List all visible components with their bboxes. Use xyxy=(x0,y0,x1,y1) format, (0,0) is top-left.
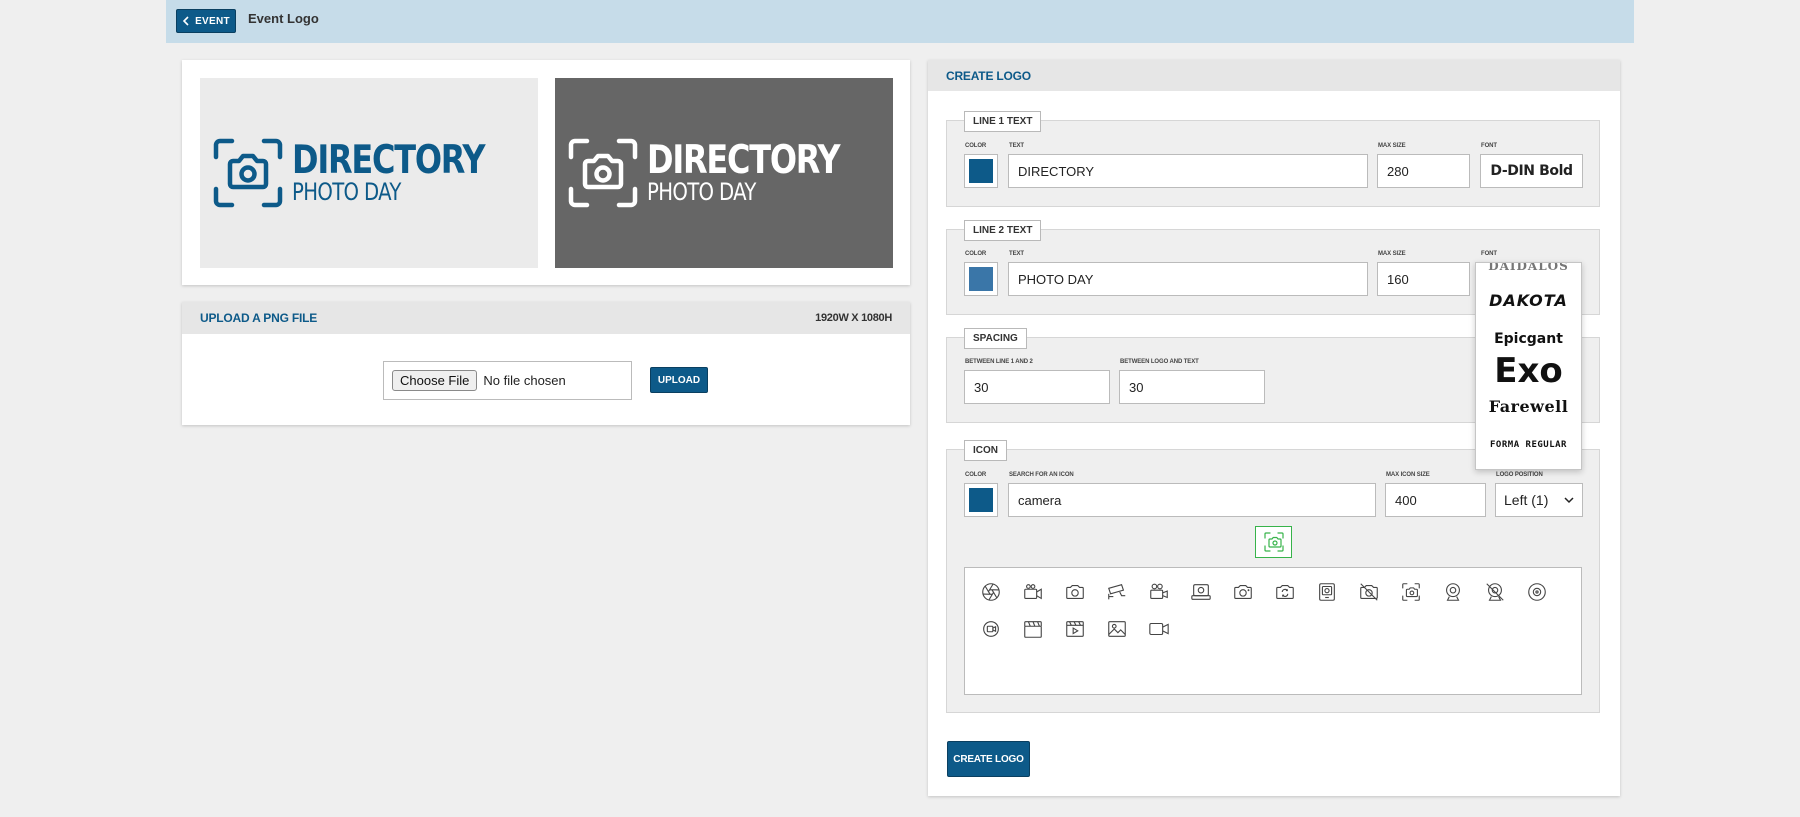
logo-preview-light: DIRECTORY PHOTO DAY xyxy=(212,137,527,209)
line2-color-label: COLOR xyxy=(965,251,987,257)
preview-light-background: DIRECTORY PHOTO DAY xyxy=(200,78,538,268)
logo-position-select[interactable]: Left (1) xyxy=(1495,483,1583,517)
between-lines-label: BETWEEN LINE 1 AND 2 xyxy=(965,359,1033,365)
camera-focus-icon[interactable] xyxy=(1400,581,1422,603)
movie-camera-icon[interactable] xyxy=(1148,581,1170,603)
line1-text-input[interactable]: DIRECTORY xyxy=(1008,154,1368,188)
upload-panel: UPLOAD A PNG FILE 1920W X 1080H Choose F… xyxy=(182,302,910,425)
font-option-farewell[interactable]: Farewell xyxy=(1476,397,1581,416)
logo-line2-text: PHOTO DAY xyxy=(291,178,401,206)
logo-position-value: Left (1) xyxy=(1504,492,1549,508)
line2-max-size-input[interactable]: 160 xyxy=(1377,262,1470,296)
upload-panel-header: UPLOAD A PNG FILE 1920W X 1080H xyxy=(182,302,910,334)
polaroid-icon[interactable] xyxy=(1316,581,1338,603)
logo-line1-text: DIRECTORY xyxy=(646,138,841,183)
top-bar: EVENT Event Logo xyxy=(166,0,1634,43)
font-option-exo[interactable]: Exo xyxy=(1476,351,1581,391)
font-option-forma-regular[interactable]: FORMA REGULAR xyxy=(1476,440,1581,450)
icon-max-size-input[interactable]: 400 xyxy=(1385,483,1486,517)
line1-size-label: MAX SIZE xyxy=(1378,143,1406,149)
cctv-camera-icon[interactable] xyxy=(1106,581,1128,603)
camera-plus-icon[interactable] xyxy=(1232,581,1254,603)
line2-color-picker[interactable] xyxy=(964,262,998,296)
chevron-left-icon xyxy=(182,16,189,26)
line1-text-label: TEXT xyxy=(1009,143,1024,149)
file-input[interactable]: Choose File No file chosen xyxy=(383,361,632,400)
line2-text-label: TEXT xyxy=(1009,251,1024,257)
spacing-legend: SPACING xyxy=(964,328,1027,349)
file-status: No file chosen xyxy=(483,373,566,388)
page-title: Event Logo xyxy=(248,11,319,26)
logo-line1-text: DIRECTORY xyxy=(291,138,486,183)
camera-focus-icon xyxy=(213,138,282,208)
icon-results-grid xyxy=(964,567,1582,695)
camera-off-icon[interactable] xyxy=(1358,581,1380,603)
icon-color-label: COLOR xyxy=(965,472,987,478)
icon-color-picker[interactable] xyxy=(964,483,998,517)
line1-font-label: FONT xyxy=(1481,143,1497,149)
line1-color-picker[interactable] xyxy=(964,154,998,188)
line1-max-size-input[interactable]: 280 xyxy=(1377,154,1470,188)
chevron-down-icon xyxy=(1564,496,1574,503)
record-icon[interactable] xyxy=(980,618,1002,640)
lens-icon[interactable] xyxy=(1526,581,1548,603)
back-to-event-button[interactable]: EVENT xyxy=(176,9,236,33)
video-play-icon[interactable] xyxy=(1064,618,1086,640)
between-logo-label: BETWEEN LOGO AND TEXT xyxy=(1120,359,1199,365)
camera-focus-icon xyxy=(1263,532,1284,552)
back-button-label: EVENT xyxy=(195,15,230,27)
logo-preview-dark: DIRECTORY PHOTO DAY xyxy=(567,137,882,209)
camera-icon[interactable] xyxy=(1064,581,1086,603)
font-option-epicgant[interactable]: Epicgant xyxy=(1476,331,1581,347)
logo-position-label: LOGO POSITION xyxy=(1496,472,1543,478)
selected-icon-preview xyxy=(1255,526,1292,558)
webcam-icon[interactable] xyxy=(1442,581,1464,603)
camera-rotate-icon[interactable] xyxy=(1274,581,1296,603)
icon-size-label: MAX ICON SIZE xyxy=(1386,472,1430,478)
line1-fieldset: LINE 1 TEXT COLOR TEXT MAX SIZE FONT DIR… xyxy=(946,111,1600,207)
create-logo-header: CREATE LOGO xyxy=(928,60,1620,91)
line1-legend: LINE 1 TEXT xyxy=(964,111,1042,132)
create-logo-title: CREATE LOGO xyxy=(946,68,1031,83)
logo-line2-text: PHOTO DAY xyxy=(646,178,756,206)
between-lines-input[interactable]: 30 xyxy=(964,370,1110,404)
line2-font-label: FONT xyxy=(1481,251,1497,257)
choose-file-button[interactable]: Choose File xyxy=(392,370,478,391)
camcorder-icon[interactable] xyxy=(1022,581,1044,603)
preview-dark-background: DIRECTORY PHOTO DAY xyxy=(555,78,893,268)
logo-preview-panel: DIRECTORY PHOTO DAY DIRECTORY PHOTO DAY xyxy=(182,60,910,285)
icon-search-label: SEARCH FOR AN ICON xyxy=(1009,472,1074,478)
line2-font-dropdown[interactable]: DAIDALOS DAKOTA Epicgant Exo Farewell FO… xyxy=(1475,262,1582,470)
line1-font-select[interactable]: D-DIN Bold xyxy=(1480,154,1583,188)
icon-search-input[interactable]: camera xyxy=(1008,483,1376,517)
line2-legend: LINE 2 TEXT xyxy=(964,220,1042,241)
image-icon[interactable] xyxy=(1106,618,1128,640)
font-option-daidalos[interactable]: DAIDALOS xyxy=(1476,263,1581,273)
camera-focus-icon xyxy=(568,138,637,208)
line2-text-input[interactable]: PHOTO DAY xyxy=(1008,262,1368,296)
line1-color-label: COLOR xyxy=(965,143,987,149)
upload-dimensions: 1920W X 1080H xyxy=(815,312,892,324)
upload-panel-title: UPLOAD A PNG FILE xyxy=(200,311,318,325)
instant-camera-icon[interactable] xyxy=(1190,581,1212,603)
webcam-off-icon[interactable] xyxy=(1484,581,1506,603)
icon-legend: ICON xyxy=(964,440,1007,461)
line2-size-label: MAX SIZE xyxy=(1378,251,1406,257)
font-option-dakota[interactable]: DAKOTA xyxy=(1476,291,1581,310)
upload-button[interactable]: UPLOAD xyxy=(650,367,708,393)
aperture-icon[interactable] xyxy=(980,581,1002,603)
between-logo-input[interactable]: 30 xyxy=(1119,370,1265,404)
clapperboard-icon[interactable] xyxy=(1022,618,1044,640)
create-logo-button[interactable]: CREATE LOGO xyxy=(947,741,1030,777)
video-camera-icon[interactable] xyxy=(1148,618,1170,640)
